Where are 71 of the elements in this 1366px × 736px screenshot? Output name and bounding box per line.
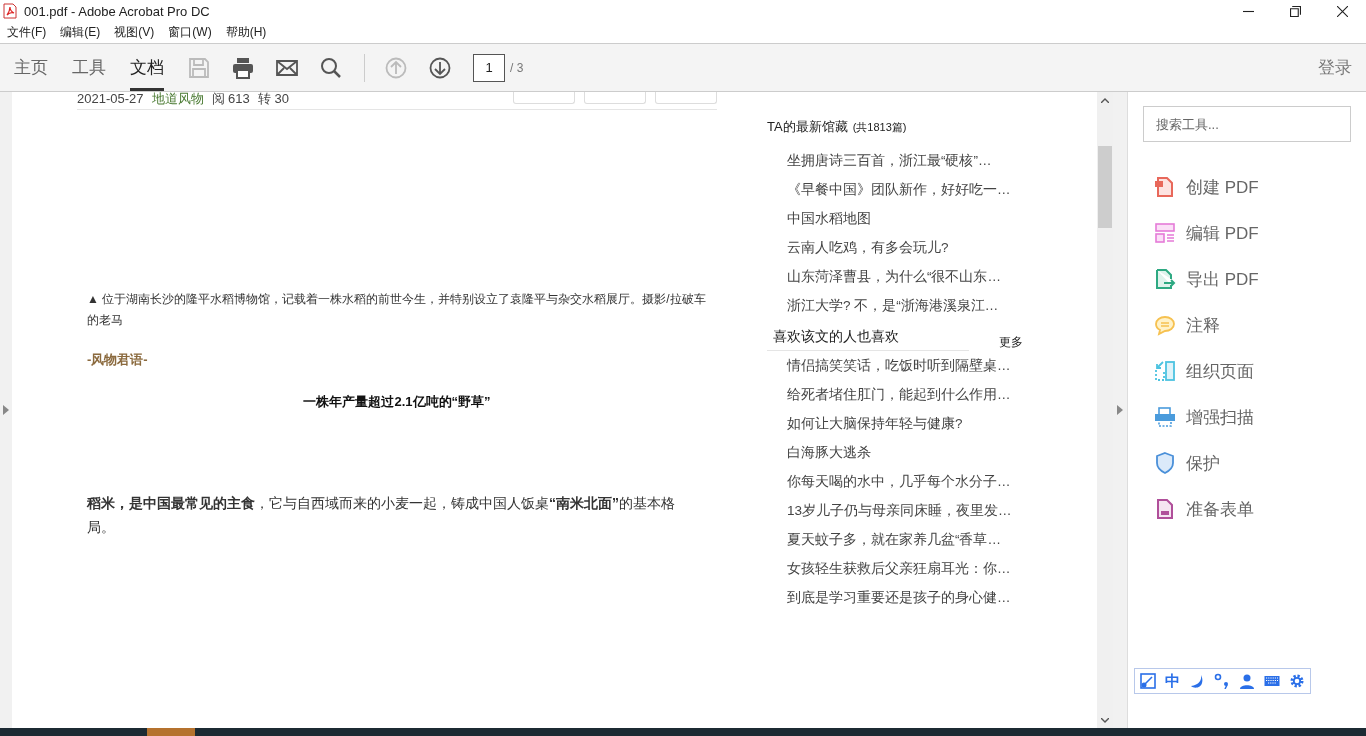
article-link[interactable]: 浙江大学? 不，是“浙海港溪泉江… [767,291,999,320]
tab[interactable]: 工具 [72,44,106,91]
tab[interactable]: 主页 [14,44,48,91]
article-link[interactable]: 到底是学习重要还是孩子的身心健… [767,583,1011,612]
maximize-icon[interactable] [1290,5,1301,17]
scroll-down-icon[interactable] [1101,717,1109,723]
article-link[interactable]: 给死者堵住肛门，能起到什么作用… [767,380,1011,409]
export-tool-icon [1154,268,1176,290]
article-link[interactable]: 你每天喝的水中，几乎每个水分子… [767,467,1011,496]
page-total: / 3 [510,60,524,75]
article-link[interactable]: 坐拥唐诗三百首，浙江最“硬核”… [767,146,992,175]
scrollbar-thumb[interactable] [1098,146,1112,228]
article-link[interactable]: 如何让大脑保持年轻与健康? [767,409,963,438]
collection-title: TA的最新馆藏 [767,118,848,136]
article-link[interactable]: 白海豚大逃杀 [767,438,871,467]
more-link[interactable]: 更多 [999,334,1023,351]
tab[interactable]: 文档 [130,44,164,91]
scan-tool-icon [1154,406,1176,428]
post-date: 2021-05-27 [77,92,144,106]
article-link[interactable]: 13岁儿子仍与母亲同床睡，夜里发… [767,496,1012,525]
organize-tool-icon [1154,360,1176,382]
article-link[interactable]: 夏天蚊子多，就在家养几盆“香草… [767,525,1001,554]
article-link[interactable]: 云南人吃鸡，有多会玩儿? [767,233,949,262]
close-icon[interactable] [1337,5,1348,17]
image-caption: ▲ 位于湖南长沙的隆平水稻博物馆，记载着一株水稻的前世今生，并特别设立了袁隆平与杂交水稻展厅。摄影/拉破车的老马 [87,291,707,329]
window-title: 001.pdf - Adobe Acrobat Pro DC [24,3,210,19]
article-link[interactable]: 情侣搞笑笑话，吃饭时听到隔壁桌… [767,351,1011,380]
input-mode-toggle[interactable]: 中 [1164,671,1180,691]
edit-tool-icon [1154,222,1176,244]
tool-item[interactable]: 导出 PDF [1143,256,1351,302]
read-count: 阅 613 [211,92,250,106]
tool-item[interactable]: 注释 [1143,302,1351,348]
tool-item[interactable]: 创建 PDF [1143,164,1351,210]
article-link[interactable]: 山东菏泽曹县，为什么“很不山东… [767,262,1001,291]
keyboard-icon[interactable] [1264,673,1281,689]
share-count: 转 30 [257,92,289,106]
article-link[interactable]: 中国水稻地图 [767,204,871,233]
article-link[interactable]: 女孩轻生获救后父亲狂扇耳光：你… [767,554,1011,583]
tool-item[interactable]: 组织页面 [1143,348,1351,394]
user-icon[interactable] [1239,673,1256,689]
tool-item[interactable]: 保护 [1143,440,1351,486]
tool-item[interactable]: 准备表单 [1143,486,1351,532]
menu-item[interactable]: 窗口(W) [168,24,212,41]
form-tool-icon [1154,498,1176,520]
menu-item[interactable]: 帮助(H) [225,24,267,41]
sign-in-link[interactable]: 登录 [1318,56,1352,79]
search-tools-field[interactable]: 搜索工具... [1143,106,1351,142]
settings-icon[interactable] [1289,673,1306,689]
article-heading: 一株年产量超过2.1亿吨的“野草” [302,393,492,411]
article-link[interactable]: 《早餐中国》团队新作，好好吃一… [767,175,1011,204]
print-icon[interactable] [232,56,254,79]
search-icon[interactable] [320,56,342,79]
article-paragraph: 稻米，是中国最常见的主食，它与自西域而来的小麦一起，铸成中国人饭桌“南米北面”的基本格局。 [87,494,676,537]
tool-item[interactable]: 增强扫描 [1143,394,1351,440]
protect-tool-icon [1154,452,1176,474]
menu-item[interactable]: 文件(F) [7,24,47,41]
menu-item[interactable]: 编辑(E) [60,24,101,41]
brush-icon[interactable] [1139,673,1156,689]
source-link[interactable]: 地道风物 [151,92,204,106]
collection-count: (共1813篇) [852,120,907,135]
related-title: 喜欢该文的人也喜欢 [767,328,969,351]
collapse-arrow-icon[interactable] [1117,405,1123,415]
expand-arrow-icon[interactable] [3,405,9,415]
comment-tool-icon [1154,314,1176,336]
punctuation-icon[interactable] [1214,673,1230,689]
menu-item[interactable]: 视图(V) [114,24,155,41]
scroll-up-icon[interactable] [1101,97,1109,103]
create-tool-icon [1154,176,1176,198]
section-label: -风物君语- [87,351,149,369]
page-number-field[interactable]: 1 [473,53,505,82]
tool-item[interactable]: 编辑 PDF [1143,210,1351,256]
